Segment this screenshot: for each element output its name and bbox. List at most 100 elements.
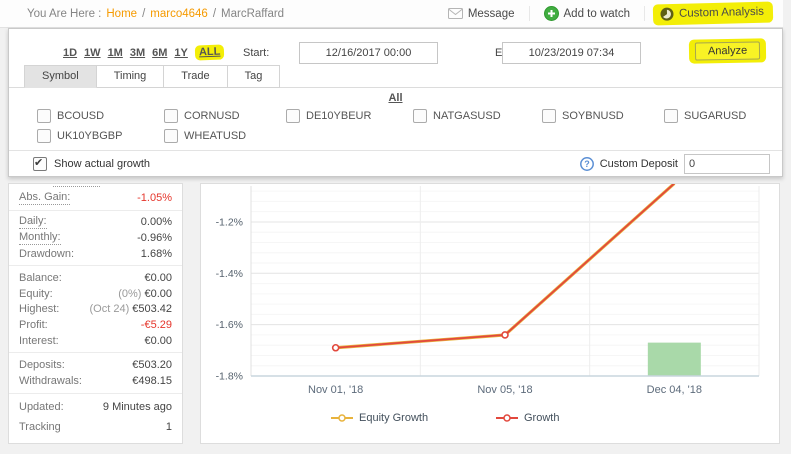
range-1w-link[interactable]: 1W: [84, 47, 101, 59]
symbol-option-sugarusd: SUGARUSD: [664, 109, 746, 123]
message-label: Message: [468, 8, 515, 20]
range-3m-link[interactable]: 3M: [130, 47, 145, 59]
date-range-links: 1D 1W 1M 3M 6M 1Y ALL: [63, 45, 224, 60]
data-point-marker: [333, 345, 339, 351]
tab-symbol[interactable]: Symbol: [24, 65, 97, 88]
stat-value: €503.20: [132, 359, 172, 371]
checkbox-bcousd[interactable]: [37, 109, 51, 123]
growth-legend-marker-icon: [496, 413, 518, 423]
panel-bottom-strip: Show actual growth ? Custom Deposit: [9, 150, 782, 176]
stats-sidebar: Abs. Gain: -1.05% Daily: 0.00% Monthly: …: [8, 183, 183, 444]
symbol-option-natgasusd: NATGASUSD: [413, 109, 501, 123]
divider: [9, 265, 182, 266]
divider: [9, 210, 182, 211]
checkbox-wheatusd[interactable]: [164, 129, 178, 143]
stat-row-tracking: Tracking 1: [9, 417, 182, 437]
y-tick-label: -1.6%: [216, 319, 243, 331]
growth-chart: -1.2%-1.4%-1.6%-1.8%Nov 01, '18Nov 05, '…: [201, 184, 779, 399]
top-bar-actions: Message Add to watch Custom Analysis: [442, 3, 783, 24]
checkbox-natgasusd[interactable]: [413, 109, 427, 123]
stat-row-withdrawals: Withdrawals: €498.15: [9, 373, 182, 389]
stat-value: 1: [166, 421, 172, 433]
stat-label: Drawdown:: [19, 248, 74, 260]
top-bar: You Are Here : Home / marco4646 / MarcRa…: [0, 0, 783, 28]
stat-label: Tracking: [19, 421, 61, 433]
symbol-option-uk10ybgbp: UK10YBGBP: [37, 129, 122, 143]
breadcrumb-user-link[interactable]: marco4646: [150, 8, 208, 20]
breadcrumb: You Are Here : Home / marco4646 / MarcRa…: [0, 8, 284, 20]
equity-growth-legend-marker-icon: [331, 413, 353, 423]
stat-label: Updated:: [19, 401, 64, 413]
checkbox-show-actual-growth[interactable]: [33, 157, 47, 171]
symbol-label: DE10YBEUR: [306, 110, 371, 122]
stat-value: 1.68%: [141, 248, 172, 260]
checkbox-de10ybeur[interactable]: [286, 109, 300, 123]
stat-label: Daily:: [19, 215, 47, 229]
stat-row-profit: Profit: -€5.29: [9, 317, 182, 333]
range-1m-link[interactable]: 1M: [108, 47, 123, 59]
checkbox-soybnusd[interactable]: [542, 109, 556, 123]
custom-analysis-panel: 1D 1W 1M 3M 6M 1Y ALL Start: End: Analyz…: [8, 28, 783, 177]
analyze-button[interactable]: Analyze: [695, 41, 760, 60]
y-tick-label: -1.2%: [216, 216, 243, 228]
breadcrumb-home-link[interactable]: Home: [106, 8, 137, 20]
breadcrumb-separator: /: [213, 8, 216, 20]
data-point-marker: [502, 332, 508, 338]
symbol-option-soybnusd: SOYBNUSD: [542, 109, 624, 123]
range-1d-link[interactable]: 1D: [63, 47, 77, 59]
custom-analysis-button[interactable]: Custom Analysis: [660, 5, 764, 22]
custom-deposit-label: Custom Deposit: [600, 158, 678, 170]
stat-label: Interest:: [19, 335, 59, 347]
stat-note: (Oct 24): [90, 303, 130, 315]
stat-value: -1.05%: [137, 192, 172, 204]
y-tick-label: -1.4%: [216, 268, 243, 280]
divider: [9, 393, 182, 394]
stat-value: 0.00%: [141, 216, 172, 228]
range-6m-link[interactable]: 6M: [152, 47, 167, 59]
legend-label: Equity Growth: [359, 412, 428, 424]
legend-item-equity-growth[interactable]: Equity Growth: [331, 412, 496, 424]
stat-label: Abs. Gain:: [19, 191, 70, 205]
stat-value: €0.00: [144, 272, 172, 284]
add-to-watch-button[interactable]: Add to watch: [538, 3, 636, 24]
pie-chart-icon: [660, 7, 674, 21]
tab-tag[interactable]: Tag: [228, 65, 281, 88]
symbol-option-de10ybeur: DE10YBEUR: [286, 109, 371, 123]
question-icon[interactable]: ?: [580, 157, 594, 171]
checkbox-cornusd[interactable]: [164, 109, 178, 123]
checkbox-uk10ybgbp[interactable]: [37, 129, 51, 143]
stat-label: Withdrawals:: [19, 375, 82, 387]
profit-bar: [648, 343, 701, 376]
start-date-input[interactable]: [299, 42, 438, 64]
select-all-wrap: All: [9, 92, 782, 104]
select-all-link[interactable]: All: [388, 92, 402, 104]
stat-label: Balance:: [19, 272, 62, 284]
show-actual-growth-option: Show actual growth: [33, 157, 150, 171]
stat-row-interest: Interest: €0.00: [9, 333, 182, 349]
add-to-watch-label: Add to watch: [564, 8, 630, 20]
symbol-label: NATGASUSD: [433, 110, 501, 122]
symbol-label: CORNUSD: [184, 110, 240, 122]
plus-circle-icon: [544, 6, 559, 21]
stat-label: Deposits:: [19, 359, 65, 371]
divider: [644, 6, 645, 21]
end-date-input[interactable]: [502, 42, 641, 64]
stat-value: -€5.29: [141, 319, 172, 331]
stat-value: (Oct 24)€503.42: [90, 303, 173, 315]
x-tick-label: Dec 04, '18: [647, 384, 702, 396]
legend-item-growth[interactable]: Growth: [496, 412, 559, 424]
custom-deposit-group: ? Custom Deposit: [580, 154, 770, 174]
range-1y-link[interactable]: 1Y: [174, 47, 187, 59]
stat-note: (0%): [118, 288, 141, 300]
range-all-link[interactable]: ALL: [199, 46, 221, 59]
custom-analysis-label: Custom Analysis: [679, 6, 764, 20]
message-button[interactable]: Message: [442, 5, 521, 23]
svg-text:?: ?: [584, 159, 590, 169]
checkbox-sugarusd[interactable]: [664, 109, 678, 123]
tab-trade[interactable]: Trade: [164, 65, 227, 88]
stat-row-drawdown: Drawdown: 1.68%: [9, 246, 182, 262]
custom-deposit-input[interactable]: [684, 154, 770, 174]
stat-label: Equity:: [19, 288, 53, 300]
symbol-label: BCOUSD: [57, 110, 104, 122]
tab-timing[interactable]: Timing: [97, 65, 165, 88]
